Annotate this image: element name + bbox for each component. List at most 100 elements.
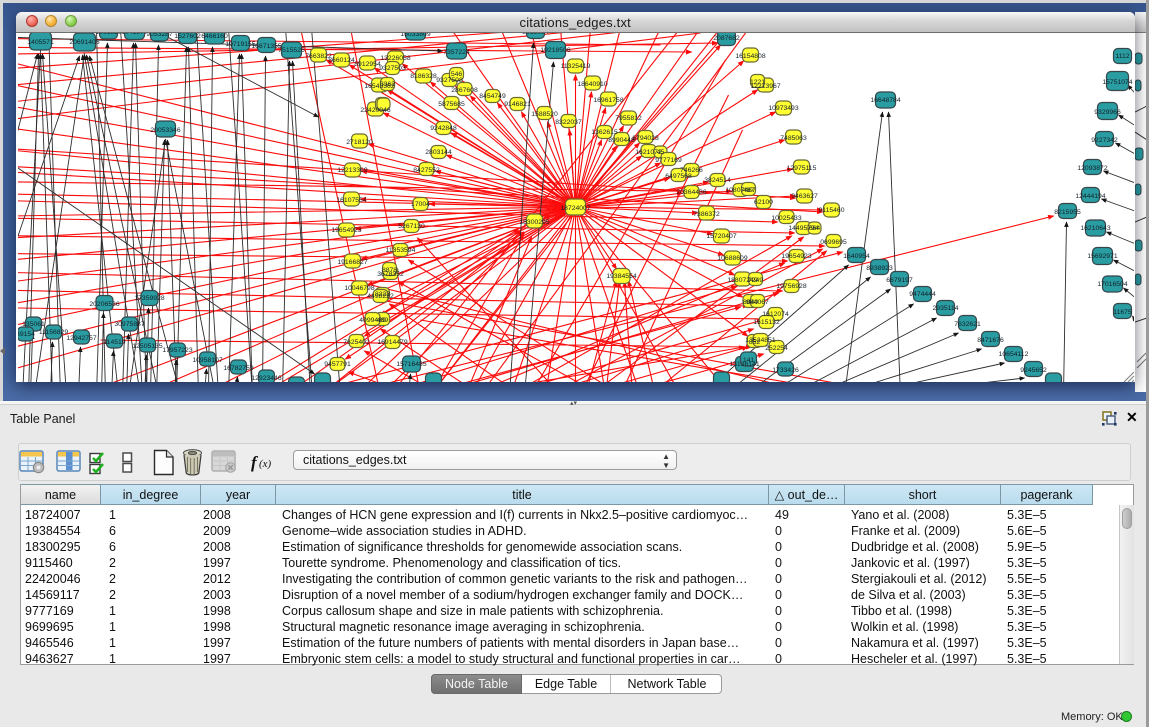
svg-text:3824514: 3824514 bbox=[704, 177, 731, 184]
svg-text:487: 487 bbox=[742, 187, 754, 194]
svg-text:13524851: 13524851 bbox=[745, 337, 775, 344]
svg-text:62100: 62100 bbox=[754, 199, 773, 206]
svg-text:9463627: 9463627 bbox=[791, 193, 818, 200]
svg-text:10973493: 10973493 bbox=[768, 105, 798, 112]
svg-text:8990448: 8990448 bbox=[608, 137, 635, 144]
svg-text:1861328: 1861328 bbox=[95, 33, 122, 36]
svg-text:8938923: 8938923 bbox=[866, 265, 893, 272]
svg-text:30975887: 30975887 bbox=[114, 321, 144, 328]
svg-text:16154808: 16154808 bbox=[735, 53, 765, 60]
svg-text:2867608: 2867608 bbox=[451, 87, 478, 94]
svg-text:15720407: 15720407 bbox=[706, 233, 736, 240]
svg-text:12093872: 12093872 bbox=[1077, 165, 1107, 172]
svg-text:1640954: 1640954 bbox=[843, 253, 870, 260]
svg-text:11325419: 11325419 bbox=[560, 63, 590, 70]
svg-text:0699695: 0699695 bbox=[820, 239, 847, 246]
svg-text:8215955: 8215955 bbox=[1054, 209, 1081, 216]
svg-text:20206536: 20206536 bbox=[89, 301, 119, 308]
svg-text:7386372: 7386372 bbox=[693, 211, 720, 218]
svg-text:18724007: 18724007 bbox=[560, 205, 590, 212]
svg-text:1221: 1221 bbox=[749, 79, 764, 86]
svg-text:9245652: 9245652 bbox=[1020, 367, 1047, 374]
svg-text:10046798: 10046798 bbox=[344, 285, 374, 292]
svg-text:12213369: 12213369 bbox=[337, 167, 367, 174]
svg-text:18640910: 18640910 bbox=[577, 81, 607, 88]
svg-text:9777169: 9777169 bbox=[655, 157, 682, 164]
svg-text:8878: 8878 bbox=[381, 267, 396, 274]
svg-text:7625402: 7625402 bbox=[343, 339, 370, 346]
svg-text:8813054: 8813054 bbox=[522, 33, 549, 36]
svg-text:f: f bbox=[251, 453, 259, 472]
svg-text:7249: 7249 bbox=[747, 277, 762, 284]
svg-text:17016504: 17016504 bbox=[1097, 281, 1127, 288]
svg-text:6466160: 6466160 bbox=[201, 33, 228, 40]
svg-text:6794028: 6794028 bbox=[632, 135, 659, 142]
svg-text:9227342: 9227342 bbox=[1091, 137, 1118, 144]
svg-text:10654112: 10654112 bbox=[998, 351, 1028, 358]
svg-text:45: 45 bbox=[656, 149, 664, 156]
svg-text:16210643: 16210643 bbox=[1080, 225, 1110, 232]
svg-text:19218506: 19218506 bbox=[540, 47, 570, 54]
svg-text:10025433: 10025433 bbox=[771, 215, 801, 222]
svg-text:252254: 252254 bbox=[765, 345, 788, 352]
svg-text:8660124: 8660124 bbox=[328, 57, 355, 64]
svg-text:546: 546 bbox=[450, 71, 462, 78]
svg-text:7515526: 7515526 bbox=[278, 47, 305, 54]
svg-text:19166827: 19166827 bbox=[337, 259, 367, 266]
svg-text:141: 141 bbox=[742, 357, 754, 364]
svg-text:9242848: 9242848 bbox=[430, 125, 457, 132]
svg-text:16107554: 16107554 bbox=[336, 197, 366, 204]
svg-text:1615132: 1615132 bbox=[753, 319, 780, 326]
svg-text:2087682: 2087682 bbox=[713, 35, 740, 42]
svg-text:12505135: 12505135 bbox=[132, 343, 162, 350]
svg-text:13226058: 13226058 bbox=[380, 55, 410, 62]
svg-text:1527602: 1527602 bbox=[174, 33, 201, 40]
svg-text:2718120: 2718120 bbox=[346, 139, 373, 146]
svg-text:7485063: 7485063 bbox=[780, 135, 807, 142]
svg-text:22420046: 22420046 bbox=[360, 107, 390, 114]
svg-text:9327503: 9327503 bbox=[379, 65, 406, 72]
svg-text:9115460: 9115460 bbox=[818, 207, 844, 214]
svg-text:15692971: 15692971 bbox=[1087, 253, 1117, 260]
svg-text:11675: 11675 bbox=[1113, 309, 1132, 316]
svg-text:7357224: 7357224 bbox=[443, 49, 470, 56]
svg-text:15716485: 15716485 bbox=[396, 361, 426, 368]
svg-text:1733426: 1733426 bbox=[772, 367, 799, 374]
svg-text:12444194: 12444194 bbox=[1075, 193, 1105, 200]
svg-text:16782759: 16782759 bbox=[223, 365, 253, 372]
svg-text:11353594: 11353594 bbox=[385, 247, 415, 254]
svg-text:16914479: 16914479 bbox=[377, 339, 407, 346]
svg-text:3362: 3362 bbox=[379, 81, 394, 88]
svg-text:7632621: 7632621 bbox=[954, 321, 981, 328]
svg-text:12942757: 12942757 bbox=[66, 335, 96, 342]
svg-text:9329966: 9329966 bbox=[1094, 109, 1121, 116]
svg-text:12975115: 12975115 bbox=[786, 165, 816, 172]
svg-text:1405571: 1405571 bbox=[27, 39, 54, 46]
svg-text:16648784: 16648784 bbox=[870, 97, 900, 104]
svg-text:2935114: 2935114 bbox=[932, 305, 958, 312]
svg-text:1612074: 1612074 bbox=[762, 311, 789, 318]
svg-text:18300295: 18300295 bbox=[519, 219, 549, 226]
svg-text:15751074: 15751074 bbox=[1102, 79, 1132, 86]
svg-text:10958107: 10958107 bbox=[192, 357, 222, 364]
svg-text:8186328: 8186328 bbox=[410, 73, 437, 80]
svg-text:17359928: 17359928 bbox=[134, 295, 164, 302]
svg-text:6679197: 6679197 bbox=[886, 277, 913, 284]
svg-text:(x): (x) bbox=[259, 458, 272, 470]
svg-text:4099489: 4099489 bbox=[359, 317, 386, 324]
svg-text:1041377: 1041377 bbox=[121, 33, 148, 36]
svg-text:664: 664 bbox=[808, 225, 820, 232]
svg-text:9457791: 9457791 bbox=[324, 361, 351, 368]
svg-text:10688609: 10688609 bbox=[717, 255, 747, 262]
svg-text:8322037: 8322037 bbox=[555, 119, 582, 126]
svg-text:8427552: 8427552 bbox=[413, 167, 440, 174]
svg-text:1588520: 1588520 bbox=[531, 111, 558, 118]
svg-text:19654923: 19654923 bbox=[781, 253, 811, 260]
svg-text:7955812: 7955812 bbox=[615, 115, 642, 122]
svg-text:8454749: 8454749 bbox=[479, 93, 506, 100]
svg-text:11156829: 11156829 bbox=[38, 329, 67, 336]
svg-text:16033809: 16033809 bbox=[400, 33, 430, 38]
svg-text:19756928: 19756928 bbox=[776, 283, 806, 290]
svg-text:20364436: 20364436 bbox=[676, 189, 706, 196]
svg-text:5875685: 5875685 bbox=[438, 101, 465, 108]
